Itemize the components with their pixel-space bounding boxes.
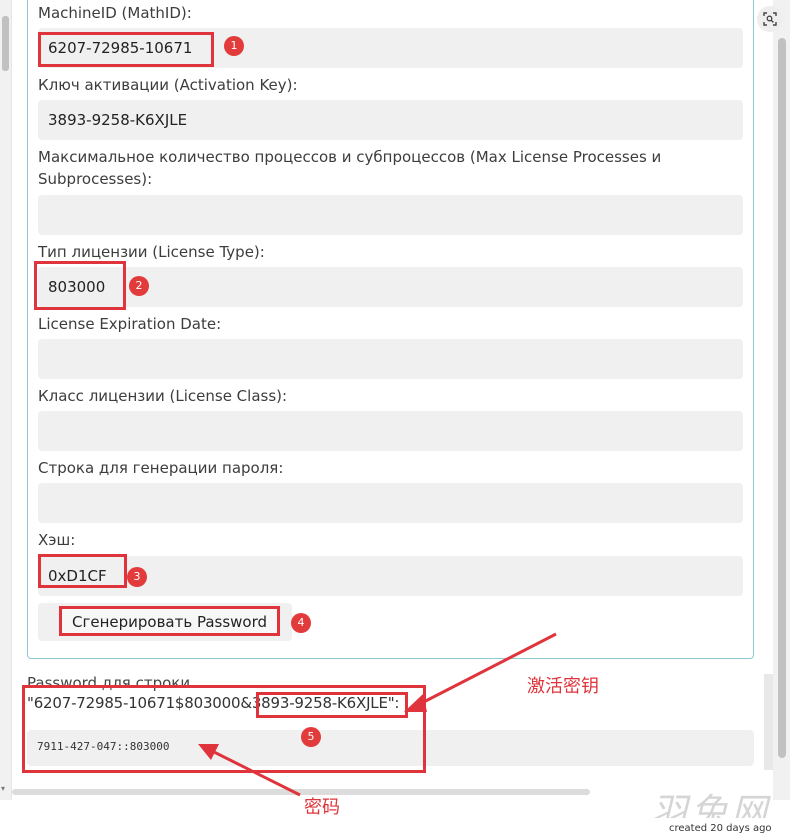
footer-timestamp: created 20 days ago — [669, 823, 772, 834]
license-class-label: Класс лицензии (License Class): — [38, 387, 288, 405]
expiration-date-label: License Expiration Date: — [38, 315, 222, 333]
left-scrollbar-thumb[interactable] — [2, 16, 9, 71]
horizontal-scrollbar[interactable] — [12, 789, 590, 795]
max-processes-label-line2: Subprocesses): — [38, 170, 153, 188]
machine-id-label: MachineID (MathID): — [38, 4, 192, 22]
password-string-label: Строка для генерации пароля: — [38, 459, 284, 477]
image-search-icon[interactable] — [757, 6, 783, 32]
highlight-license-type — [34, 261, 126, 310]
activation-key-label: Ключ активации (Activation Key): — [38, 76, 298, 94]
step-badge-5: 5 — [301, 727, 321, 747]
max-processes-label-line1: Максимальное количество процессов и субп… — [38, 148, 662, 166]
password-string-field[interactable] — [38, 483, 743, 523]
highlight-generate-button — [59, 606, 280, 636]
highlight-activation-key-in-string — [256, 692, 408, 718]
step-badge-2: 2 — [129, 276, 149, 296]
highlight-machine-id — [38, 32, 214, 67]
license-type-label: Тип лицензии (License Type): — [38, 243, 265, 261]
activation-key-field[interactable]: 3893-9258-K6XJLE — [38, 100, 743, 140]
step-badge-1: 1 — [224, 36, 244, 56]
note-password: 密码 — [304, 797, 340, 818]
step-badge-3: 3 — [127, 567, 147, 587]
max-processes-field[interactable] — [38, 195, 743, 235]
step-badge-4: 4 — [291, 613, 311, 633]
highlight-hash — [38, 554, 127, 588]
vertical-scrollbar-thumb[interactable] — [778, 38, 786, 758]
left-scrollbar[interactable]: ▾ — [0, 0, 12, 800]
expiration-date-field[interactable] — [38, 339, 743, 379]
screenshot-root: ▾ MachineID (MathID): 6207-72985-10671 К… — [0, 0, 790, 838]
vertical-scrollbar[interactable] — [773, 0, 790, 800]
note-activation-key: 激活密钥 — [527, 676, 599, 697]
hash-label: Хэш: — [38, 531, 76, 549]
license-class-field[interactable] — [38, 411, 743, 451]
scroll-down-arrow-icon[interactable]: ▾ — [1, 784, 5, 793]
lower-scrollbar[interactable] — [764, 674, 773, 770]
